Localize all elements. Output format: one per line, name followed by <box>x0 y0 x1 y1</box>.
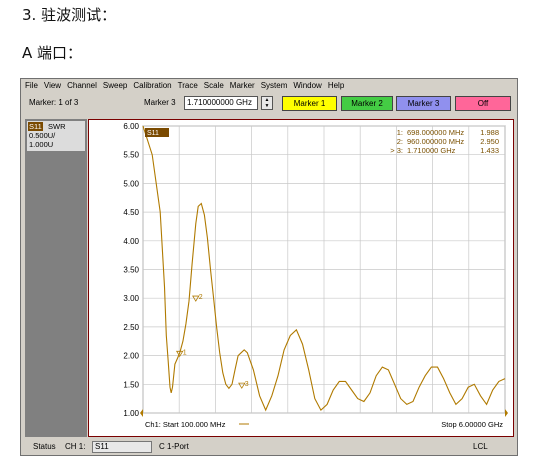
network-analyzer-window: File View Channel Sweep Calibration Trac… <box>20 78 518 456</box>
marker-number-label: 1 <box>183 349 187 356</box>
marker-readout-value: 2.950 <box>480 137 499 146</box>
menu-calibration[interactable]: Calibration <box>130 79 174 92</box>
menu-marker[interactable]: Marker <box>227 79 258 92</box>
port-label: C 1-Port <box>159 442 189 451</box>
y-tick-label: 5.50 <box>123 151 139 160</box>
marker-frequency-input[interactable]: 1.710000000 GHz <box>184 96 258 110</box>
y-tick-label: 4.00 <box>123 237 139 246</box>
stop-frequency-label: Stop 6.00000 GHz <box>441 420 503 429</box>
spin-down-icon[interactable]: ▼ <box>262 103 272 109</box>
y-tick-label: 4.50 <box>123 208 139 217</box>
menu-file[interactable]: File <box>21 79 41 92</box>
menu-system[interactable]: System <box>258 79 291 92</box>
swr-chart: 6.00 5.50 5.00 4.50 4.00 3.50 3.00 2.50 2.00 1.50… <box>123 122 508 429</box>
marker-readout-id: > 3: <box>390 146 403 155</box>
trace-tag: S11 <box>28 122 43 131</box>
marker3-button[interactable]: Marker 3 <box>396 96 451 111</box>
y-tick-label: 2.00 <box>123 352 139 361</box>
y-tick-label: 5.00 <box>123 179 139 188</box>
marker2-button[interactable]: Marker 2 <box>341 96 393 111</box>
menu-sweep[interactable]: Sweep <box>100 79 130 92</box>
start-frequency-label: Ch1: Start 100.000 MHz <box>145 420 226 429</box>
y-tick-label: 2.50 <box>123 323 139 332</box>
trace-scale: 0.500U/ <box>29 131 56 140</box>
status-label: Status <box>33 442 56 451</box>
y-tick-label: 6.00 <box>123 122 139 131</box>
channel-label: CH 1: <box>65 442 86 451</box>
menu-bar: File View Channel Sweep Calibration Trac… <box>21 79 517 92</box>
menu-scale[interactable]: Scale <box>201 79 227 92</box>
marker-readout-frequency: 960.000000 MHz <box>407 137 464 146</box>
menu-help[interactable]: Help <box>325 79 347 92</box>
trace-reference: 1.000U <box>29 140 54 149</box>
marker-count-label: Marker: 1 of 3 <box>29 98 79 107</box>
right-edge-arrow <box>505 409 508 417</box>
marker-number-label: 3 <box>245 381 249 388</box>
trace-side-panel: S11 SWR 0.500U/ 1.000U <box>25 119 87 437</box>
marker-readout-frequency: 698.000000 MHz <box>407 128 464 137</box>
trace-label: S11 <box>147 130 159 137</box>
marker-readout-value: 1.988 <box>480 128 499 137</box>
menu-view[interactable]: View <box>41 79 64 92</box>
frequency-spinner[interactable]: ▲ ▼ <box>261 96 273 110</box>
y-tick-label: 3.00 <box>123 294 139 303</box>
menu-trace[interactable]: Trace <box>175 79 201 92</box>
marker1-button[interactable]: Marker 1 <box>282 96 337 111</box>
status-bar: Status CH 1: S11 C 1-Port LCL <box>21 439 517 455</box>
marker-readout-frequency: 1.710000 GHz <box>407 146 456 155</box>
lcl-label: LCL <box>473 442 488 451</box>
swr-chart-panel: 6.00 5.50 5.00 4.50 4.00 3.50 3.00 2.50 2.00 1.50… <box>88 119 514 437</box>
marker-readout-id: 2: <box>397 137 403 146</box>
marker-readout-id: 1: <box>397 128 403 137</box>
menu-window[interactable]: Window <box>290 79 324 92</box>
y-tick-label: 1.50 <box>123 380 139 389</box>
left-edge-arrow <box>140 409 143 417</box>
document-subheading: A 端口： <box>22 44 83 62</box>
marker-readout-value: 1.433 <box>480 146 499 155</box>
trace-format: SWR <box>48 122 66 131</box>
marker-number-label: 2 <box>199 294 203 301</box>
y-tick-label: 3.50 <box>123 266 139 275</box>
trace-info-box[interactable]: S11 SWR 0.500U/ 1.000U <box>27 121 85 151</box>
marker-off-button[interactable]: Off <box>455 96 511 111</box>
menu-channel[interactable]: Channel <box>64 79 100 92</box>
channel-measurement-field[interactable]: S11 <box>92 441 152 453</box>
active-marker-label: Marker 3 <box>144 98 176 107</box>
y-tick-label: 1.00 <box>123 409 139 418</box>
marker-toolbar: Marker: 1 of 3 Marker 3 1.710000000 GHz … <box>21 93 517 115</box>
document-heading: 3. 驻波测试： <box>22 6 117 24</box>
